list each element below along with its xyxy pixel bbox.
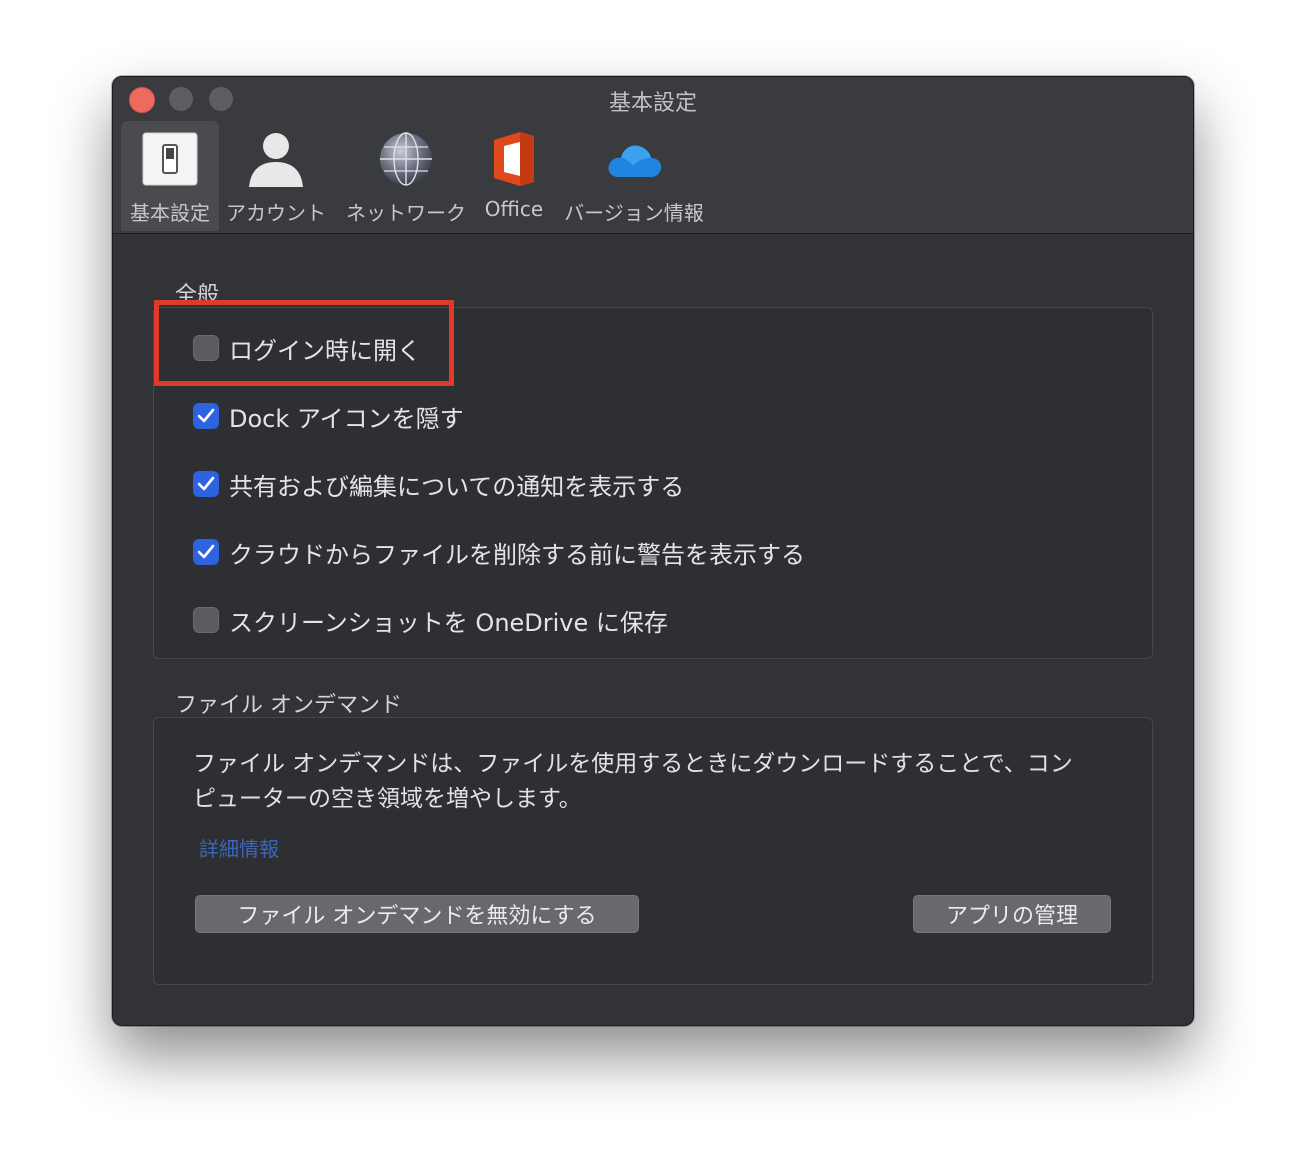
option-label: 共有および編集についての通知を表示する: [229, 472, 685, 501]
tab-network[interactable]: ネットワーク: [339, 121, 473, 231]
option-hide-dock-icon[interactable]: Dock アイコンを隠す: [193, 402, 464, 433]
manage-apps-button[interactable]: アプリの管理: [913, 895, 1111, 933]
switch-icon: [142, 132, 198, 191]
globe-network-icon: [378, 131, 434, 192]
checkbox-hide-dock-icon[interactable]: [193, 403, 219, 429]
highlight-annotation: [154, 300, 454, 386]
option-sharing-notifications[interactable]: 共有および編集についての通知を表示する: [193, 470, 684, 501]
tab-about[interactable]: バージョン情報: [561, 121, 707, 231]
toolbar: 基本設定 基本設定 アカウント ネットワーク Office バージョン情報: [113, 77, 1193, 234]
tab-label: Office: [484, 197, 544, 221]
checkmark-icon: [197, 544, 215, 559]
window-title: 基本設定: [608, 91, 697, 116]
option-warn-before-delete[interactable]: クラウドからファイルを削除する前に警告を表示する: [193, 538, 805, 569]
tab-office[interactable]: Office: [477, 121, 551, 231]
tab-label: アカウント: [226, 201, 326, 225]
tab-account[interactable]: アカウント: [223, 121, 329, 231]
tab-general[interactable]: 基本設定: [121, 121, 219, 231]
option-label: スクリーンショットを OneDrive に保存: [229, 608, 668, 637]
tab-label: バージョン情報: [564, 201, 704, 225]
checkbox-save-screenshots[interactable]: [193, 607, 219, 633]
option-save-screenshots[interactable]: スクリーンショットを OneDrive に保存: [193, 606, 668, 637]
option-label: Dock アイコンを隠す: [229, 404, 464, 433]
disable-files-on-demand-button[interactable]: ファイル オンデマンドを無効にする: [195, 895, 639, 933]
option-label: クラウドからファイルを削除する前に警告を表示する: [229, 540, 805, 569]
checkmark-icon: [197, 476, 215, 491]
checkmark-icon: [197, 408, 215, 423]
cloud-icon: [605, 139, 663, 184]
preferences-window: 基本設定 基本設定 アカウント ネットワーク Office バージョン情報 全般…: [112, 76, 1194, 1026]
person-icon: [247, 130, 305, 193]
checkbox-sharing-notifications[interactable]: [193, 471, 219, 497]
office-logo-icon: [492, 131, 536, 191]
tab-label: 基本設定: [130, 201, 210, 225]
learn-more-link[interactable]: 詳細情報: [199, 833, 279, 862]
tab-label: ネットワーク: [346, 201, 466, 225]
checkbox-warn-before-delete[interactable]: [193, 539, 219, 565]
section-title-files-on-demand: ファイル オンデマンド: [175, 693, 402, 718]
files-on-demand-description: ファイル オンデマンドは、ファイルを使用するときにダウンロードすることで、コン …: [193, 751, 1073, 812]
